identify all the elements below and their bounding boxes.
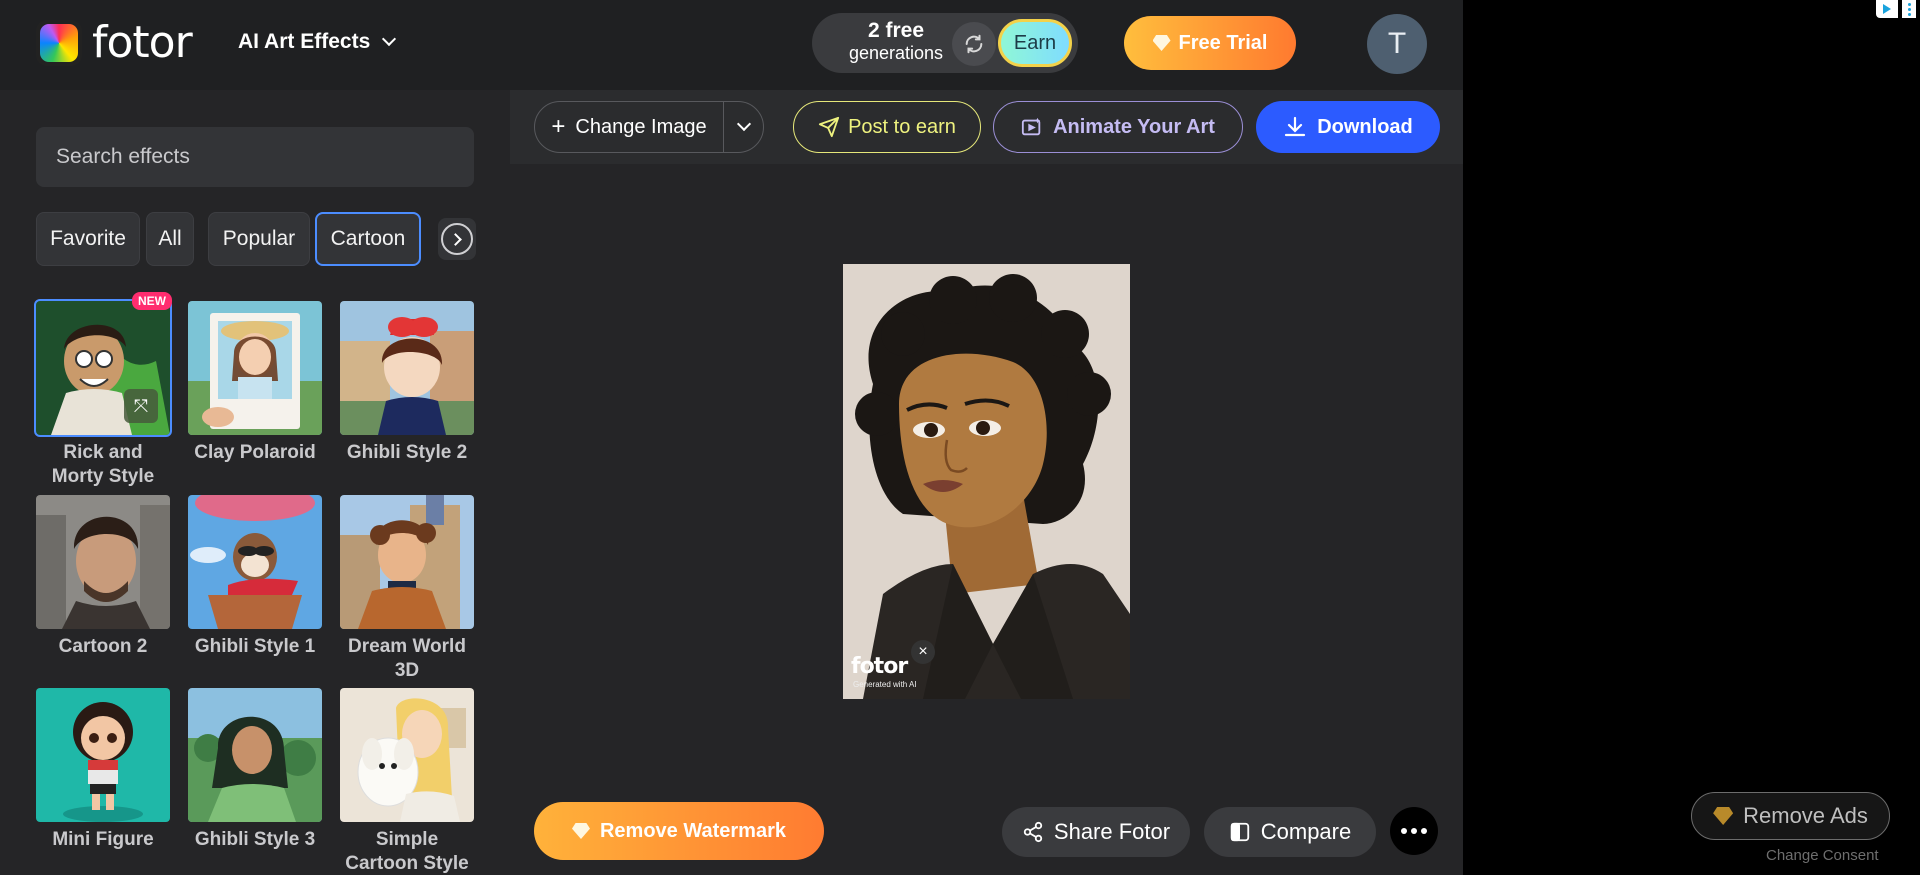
effect-clay-polaroid[interactable]: Clay Polaroid bbox=[188, 301, 322, 465]
chevron-down-icon bbox=[382, 31, 397, 47]
effect-thumbnail bbox=[188, 301, 322, 435]
refresh-generations-button[interactable] bbox=[952, 22, 996, 66]
new-badge: NEW bbox=[132, 292, 172, 310]
free-trial-button[interactable]: Free Trial bbox=[1124, 16, 1296, 70]
share-label: Share Fotor bbox=[1053, 819, 1171, 844]
generations-label: generations bbox=[848, 43, 944, 63]
effect-simple-cartoon-style[interactable]: Simple Cartoon Style bbox=[340, 688, 474, 875]
change-image-label: Change Image bbox=[575, 115, 707, 138]
effect-thumbnail: ⤧ bbox=[34, 299, 172, 437]
send-icon bbox=[818, 116, 840, 138]
filter-cartoon[interactable]: Cartoon bbox=[315, 212, 421, 266]
diamond-icon bbox=[1152, 35, 1171, 51]
watermark-caption: Generated with AI bbox=[853, 680, 917, 689]
fotor-logo[interactable]: fotor bbox=[36, 17, 193, 68]
remove-watermark-label: Remove Watermark bbox=[599, 819, 786, 842]
effect-apply-icon[interactable]: ⤧ bbox=[124, 389, 158, 423]
share-icon bbox=[1023, 821, 1043, 843]
effect-label: Dream World 3D bbox=[348, 636, 466, 681]
more-dots-icon bbox=[1421, 828, 1427, 834]
editor-canvas: × fotor Generated with AI Remove Waterma… bbox=[510, 164, 1463, 875]
more-dots-icon bbox=[1401, 828, 1407, 834]
remove-ads-button[interactable]: Remove Ads bbox=[1691, 792, 1890, 840]
effect-thumbnail bbox=[36, 495, 170, 629]
effect-thumbnail bbox=[188, 688, 322, 822]
download-button[interactable]: Download bbox=[1256, 101, 1440, 153]
remove-ads-label: Remove Ads bbox=[1743, 803, 1868, 828]
ad-region bbox=[1463, 0, 1920, 875]
adchoices-icon[interactable] bbox=[1876, 0, 1898, 18]
remove-watermark-button[interactable]: Remove Watermark bbox=[534, 802, 824, 860]
generations-info: 2 free generations bbox=[836, 20, 956, 62]
effects-sidebar: Favorite All Popular Cartoon NEW bbox=[0, 90, 510, 875]
animate-label: Animate Your Art bbox=[1053, 115, 1215, 138]
effect-thumbnail bbox=[340, 495, 474, 629]
effect-thumbnail bbox=[188, 495, 322, 629]
effect-rick-and-morty[interactable]: NEW ⤧ Rick and Morty Style bbox=[34, 292, 172, 489]
editor-toolbar: + Change Image Post to earn Animate Your… bbox=[510, 90, 1463, 164]
animate-icon bbox=[1021, 117, 1041, 136]
change-image-button[interactable]: + Change Image bbox=[535, 102, 723, 152]
effect-ghibli-style-3[interactable]: Ghibli Style 3 bbox=[188, 688, 322, 852]
free-generations-widget: 2 free generations Earn bbox=[812, 13, 1078, 73]
effect-label: Rick and Morty Style bbox=[51, 442, 155, 487]
share-fotor-button[interactable]: Share Fotor bbox=[1002, 807, 1190, 857]
generated-artwork[interactable]: × fotor Generated with AI bbox=[843, 264, 1130, 699]
effect-label: Simple Cartoon Style bbox=[345, 829, 469, 874]
download-icon bbox=[1285, 116, 1306, 137]
more-dots-icon bbox=[1411, 828, 1417, 834]
compare-label: Compare bbox=[1260, 819, 1352, 844]
close-watermark-icon[interactable]: × bbox=[911, 640, 935, 664]
top-bar: fotor AI Art Effects 2 free generations … bbox=[0, 0, 1463, 90]
effect-label: Ghibli Style 1 bbox=[194, 636, 316, 657]
ai-art-effects-menu[interactable]: AI Art Effects bbox=[238, 30, 397, 54]
change-consent-link[interactable]: Change Consent bbox=[1766, 847, 1879, 864]
effect-ghibli-style-1[interactable]: Ghibli Style 1 bbox=[188, 495, 322, 659]
refresh-icon bbox=[965, 34, 983, 54]
change-image-dropdown[interactable] bbox=[724, 102, 763, 152]
effect-label: Clay Polaroid bbox=[194, 442, 316, 463]
diamond-icon bbox=[1713, 807, 1734, 825]
diamond-icon bbox=[571, 823, 590, 839]
effect-label: Mini Figure bbox=[52, 829, 154, 850]
effect-label: Ghibli Style 2 bbox=[346, 442, 468, 463]
user-avatar[interactable]: T bbox=[1367, 14, 1427, 74]
effect-thumbnail bbox=[340, 301, 474, 435]
filter-favorite[interactable]: Favorite bbox=[36, 212, 140, 266]
effect-ghibli-style-2[interactable]: Ghibli Style 2 bbox=[340, 301, 474, 465]
portrait-image bbox=[843, 264, 1130, 699]
generations-count: 2 free bbox=[867, 19, 925, 42]
effect-mini-figure[interactable]: Mini Figure bbox=[36, 688, 170, 852]
effect-thumbnail bbox=[340, 688, 474, 822]
more-options-button[interactable] bbox=[1390, 807, 1438, 855]
chevron-right-icon bbox=[441, 223, 473, 255]
effect-thumbnail bbox=[36, 688, 170, 822]
filter-scroll-next-button[interactable] bbox=[438, 218, 476, 260]
plus-icon: + bbox=[551, 113, 566, 140]
free-trial-label: Free Trial bbox=[1178, 31, 1268, 54]
watermark-logo: fotor bbox=[851, 654, 908, 679]
animate-your-art-button[interactable]: Animate Your Art bbox=[993, 101, 1243, 153]
effect-cartoon-2[interactable]: Cartoon 2 bbox=[36, 495, 170, 659]
chevron-down-icon bbox=[736, 116, 751, 132]
search-effects-input[interactable] bbox=[36, 127, 474, 187]
effect-dream-world-3d[interactable]: Dream World 3D bbox=[340, 495, 474, 683]
effect-label: Ghibli Style 3 bbox=[194, 829, 316, 850]
earn-button[interactable]: Earn bbox=[998, 19, 1072, 67]
change-image-group: + Change Image bbox=[534, 101, 764, 153]
nav-label: AI Art Effects bbox=[238, 30, 371, 53]
app-window: fotor AI Art Effects 2 free generations … bbox=[0, 0, 1463, 875]
effect-category-filters: Favorite All Popular Cartoon bbox=[36, 212, 476, 266]
filter-popular[interactable]: Popular bbox=[208, 212, 310, 266]
compare-icon bbox=[1230, 822, 1249, 842]
filter-all[interactable]: All bbox=[146, 212, 194, 266]
effect-label: Cartoon 2 bbox=[58, 636, 148, 657]
compare-button[interactable]: Compare bbox=[1204, 807, 1376, 857]
download-label: Download bbox=[1317, 115, 1413, 138]
brand-name: fotor bbox=[92, 17, 193, 68]
fotor-logo-icon bbox=[36, 20, 82, 66]
post-label: Post to earn bbox=[848, 115, 956, 138]
post-to-earn-button[interactable]: Post to earn bbox=[793, 101, 981, 153]
ad-menu-icon[interactable] bbox=[1902, 0, 1916, 18]
